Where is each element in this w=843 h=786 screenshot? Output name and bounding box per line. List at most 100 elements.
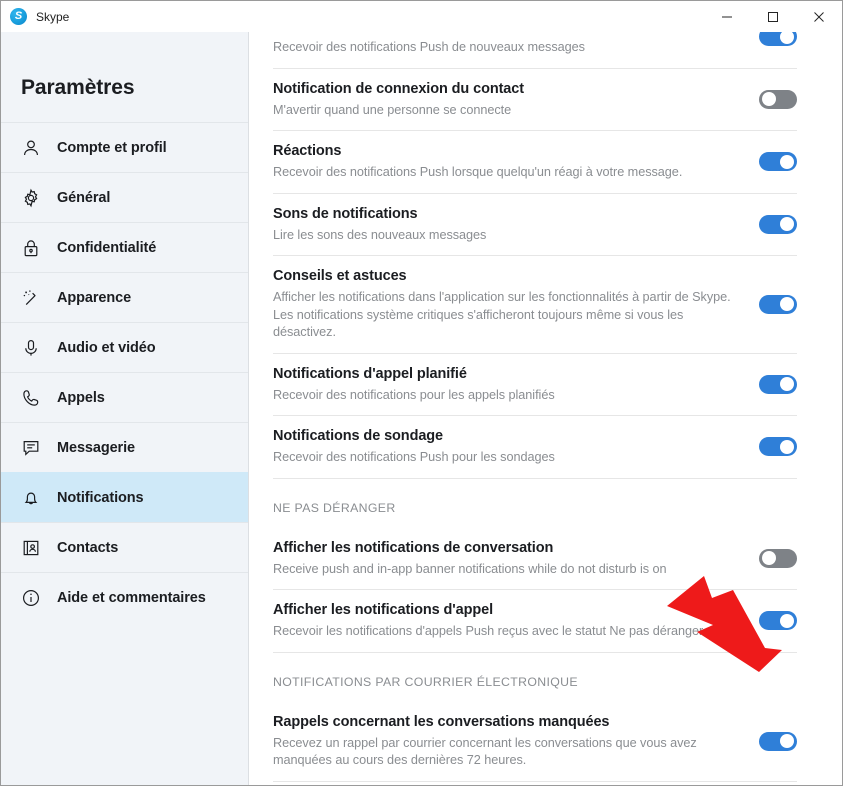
setting-row: Notification de connexion du contact M'a… — [273, 69, 797, 131]
gear-icon — [20, 187, 42, 209]
sidebar-item-general[interactable]: Général — [1, 172, 248, 222]
toggle-cell — [751, 437, 797, 457]
setting-title: Notifications de conversation — [273, 32, 731, 36]
toggle-knob — [780, 377, 794, 392]
setting-row: Conseils et astuces Afficher les notific… — [273, 256, 797, 354]
setting-title: Notifications d'appel planifié — [273, 365, 467, 382]
setting-texts: Afficher les notifications d'appel Recev… — [273, 601, 751, 641]
setting-row: Notifications d'appel planifié Recevoir … — [273, 354, 797, 416]
close-icon[interactable] — [796, 1, 842, 32]
toggle-cell — [751, 294, 797, 314]
setting-title: Rappels concernant les conversations man… — [273, 713, 610, 730]
sidebar-item-contacts[interactable]: Contacts — [1, 522, 248, 572]
sidebar-item-label: Compte et profil — [57, 139, 167, 156]
setting-toggle[interactable] — [759, 731, 797, 751]
sidebar-item-appels[interactable]: Appels — [1, 372, 248, 422]
setting-row: Afficher les notifications d'appel Recev… — [273, 590, 797, 653]
person-icon — [20, 137, 42, 159]
setting-texts: Notifications de sondage Recevoir des no… — [273, 427, 751, 467]
setting-description: Receive push and in-app banner notificat… — [273, 561, 667, 576]
setting-toggle[interactable] — [759, 214, 797, 234]
setting-title: Afficher les notifications de conversati… — [273, 539, 554, 556]
toggle-knob — [780, 32, 794, 44]
window-title: Skype — [36, 9, 70, 24]
setting-description: M'avertir quand une personne se connecte — [273, 102, 512, 117]
setting-toggle[interactable] — [759, 152, 797, 172]
window-controls — [704, 1, 842, 32]
setting-row: Rappels d'appels manqués Recevez des rap… — [273, 782, 797, 786]
minimize-icon[interactable] — [704, 1, 750, 32]
setting-title: Afficher les notifications d'appel — [273, 602, 493, 618]
sidebar-item-audio-et-video[interactable]: Audio et vidéo — [1, 322, 248, 372]
setting-texts: Conseils et astuces Afficher les notific… — [273, 267, 751, 342]
setting-description: Recevoir les notifications d'appels Push… — [273, 624, 704, 638]
sidebar-item-aide-et-commentaires[interactable]: Aide et commentaires — [1, 572, 248, 622]
setting-description: Lire les sons des nouveaux messages — [273, 227, 487, 242]
toggle-knob — [780, 439, 794, 454]
setting-texts: Afficher les notifications de conversati… — [273, 539, 751, 579]
sidebar-item-messagerie[interactable]: Messagerie — [1, 422, 248, 472]
setting-toggle[interactable] — [759, 89, 797, 109]
setting-title: Notifications de sondage — [273, 428, 444, 444]
toggle-knob — [780, 154, 794, 169]
skype-settings-window: S Skype Paramètres Compte et profil Géné… — [0, 0, 843, 786]
settings-list: Notifications de conversation Recevoir d… — [249, 32, 842, 785]
maximize-icon[interactable] — [750, 1, 796, 32]
setting-title: Réactions — [273, 143, 342, 159]
sidebar-item-label: Contacts — [57, 539, 119, 556]
phone-icon — [20, 387, 42, 409]
setting-toggle[interactable] — [759, 294, 797, 314]
section-header-do-not-disturb: NE PAS DÉRANGER — [273, 500, 396, 515]
toggle-cell — [751, 731, 797, 751]
setting-texts: Notification de connexion du contact M'a… — [273, 80, 751, 120]
bell-icon — [20, 487, 42, 509]
setting-texts: Réactions Recevoir des notifications Pus… — [273, 142, 751, 182]
sidebar-item-label: Aide et commentaires — [57, 589, 206, 606]
setting-texts: Notifications de conversation Recevoir d… — [273, 32, 751, 57]
setting-toggle[interactable] — [759, 374, 797, 394]
toggle-knob — [762, 551, 776, 566]
toggle-cell — [751, 152, 797, 172]
setting-toggle[interactable] — [759, 548, 797, 568]
title-bar-left: S Skype — [1, 8, 69, 25]
setting-title: Conseils et astuces — [273, 268, 407, 284]
setting-description: Recevoir des notifications Push de nouve… — [273, 40, 585, 54]
settings-content: Notifications de conversation Recevoir d… — [249, 32, 842, 785]
toggle-cell — [751, 89, 797, 109]
toggle-knob — [780, 217, 794, 232]
skype-logo-icon: S — [10, 8, 27, 25]
settings-sidebar: Paramètres Compte et profil Général Conf… — [1, 32, 249, 785]
setting-row: Notifications de sondage Recevoir des no… — [273, 416, 797, 479]
magic-wand-icon — [20, 287, 42, 309]
microphone-icon — [20, 337, 42, 359]
message-icon — [20, 437, 42, 459]
setting-row: Sons de notifications Lire les sons des … — [273, 194, 797, 256]
sidebar-item-label: Confidentialité — [57, 239, 157, 256]
sidebar-item-confidentialite[interactable]: Confidentialité — [1, 222, 248, 272]
setting-title: Notification de connexion du contact — [273, 80, 524, 97]
info-icon — [20, 587, 42, 609]
section-header-email-notifications: NOTIFICATIONS PAR COURRIER ÉLECTRONIQUE — [273, 674, 578, 689]
setting-description: Recevoir des notifications Push pour les… — [273, 450, 555, 464]
toggle-knob — [780, 613, 794, 628]
sidebar-item-label: Général — [57, 189, 111, 206]
setting-texts: Rappels concernant les conversations man… — [273, 713, 751, 770]
setting-title: Sons de notifications — [273, 205, 418, 222]
sidebar-item-notifications[interactable]: Notifications — [1, 472, 248, 522]
setting-toggle[interactable] — [759, 611, 797, 631]
setting-toggle[interactable] — [759, 437, 797, 457]
toggle-knob — [780, 297, 794, 312]
setting-description: Recevoir des notifications pour les appe… — [273, 387, 555, 402]
sidebar-item-label: Appels — [57, 389, 105, 406]
contacts-icon — [20, 537, 42, 559]
setting-row: Notifications de conversation Recevoir d… — [273, 32, 797, 69]
setting-row: Afficher les notifications de conversati… — [273, 528, 797, 590]
sidebar-item-compte-et-profil[interactable]: Compte et profil — [1, 122, 248, 172]
toggle-cell — [751, 374, 797, 394]
sidebar-item-apparence[interactable]: Apparence — [1, 272, 248, 322]
title-bar: S Skype — [1, 1, 842, 32]
toggle-cell — [751, 214, 797, 234]
setting-row: Rappels concernant les conversations man… — [273, 702, 797, 782]
setting-toggle[interactable] — [759, 32, 797, 47]
setting-texts: Sons de notifications Lire les sons des … — [273, 205, 751, 245]
